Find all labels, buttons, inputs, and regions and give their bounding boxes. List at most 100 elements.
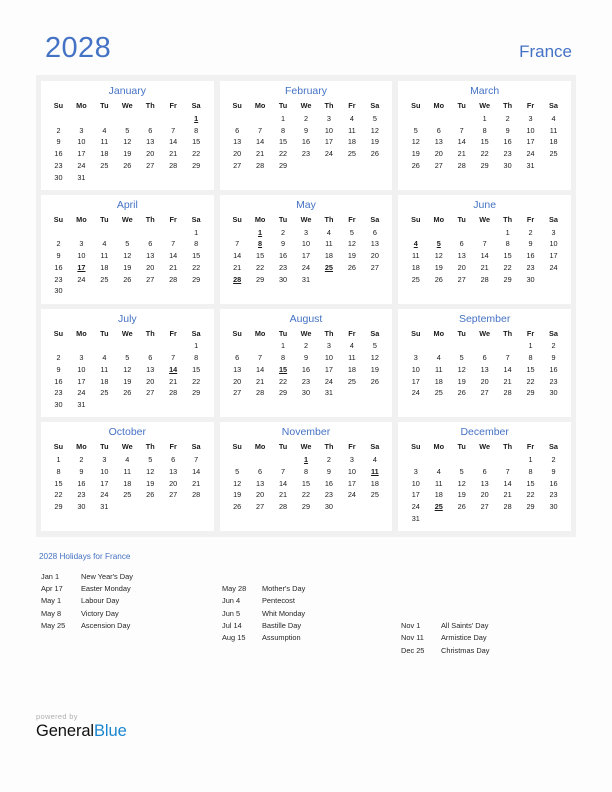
day-cell[interactable]: 7 (162, 124, 185, 136)
day-cell[interactable]: 6 (162, 454, 185, 466)
day-cell[interactable]: 4 (116, 454, 139, 466)
day-cell[interactable]: 20 (226, 148, 249, 160)
day-cell[interactable]: 8 (519, 466, 542, 478)
day-cell[interactable]: 9 (47, 250, 70, 262)
day-cell[interactable]: 20 (363, 250, 386, 262)
day-cell[interactable]: 12 (116, 364, 139, 376)
day-cell[interactable]: 10 (542, 238, 565, 250)
day-cell[interactable]: 11 (542, 124, 565, 136)
day-cell[interactable]: 10 (404, 477, 427, 489)
day-cell[interactable]: 3 (542, 226, 565, 238)
day-cell[interactable]: 13 (139, 136, 162, 148)
day-cell[interactable]: 14 (249, 364, 272, 376)
day-cell[interactable]: 2 (70, 454, 93, 466)
day-cell[interactable]: 25 (340, 375, 363, 387)
day-cell[interactable]: 2 (47, 352, 70, 364)
day-cell[interactable]: 30 (47, 399, 70, 411)
day-cell[interactable]: 10 (295, 238, 318, 250)
day-cell[interactable]: 15 (272, 136, 295, 148)
day-cell[interactable]: 11 (340, 124, 363, 136)
day-cell[interactable]: 3 (519, 113, 542, 125)
day-cell[interactable]: 4 (542, 113, 565, 125)
day-cell[interactable]: 5 (139, 454, 162, 466)
day-cell[interactable]: 30 (519, 273, 542, 285)
day-cell[interactable]: 26 (116, 387, 139, 399)
day-cell[interactable]: 22 (295, 489, 318, 501)
day-cell[interactable]: 31 (404, 513, 427, 525)
day-cell[interactable]: 25 (542, 148, 565, 160)
day-cell[interactable]: 30 (542, 501, 565, 513)
day-cell[interactable]: 29 (185, 387, 208, 399)
generalblue-logo[interactable]: GeneralBlue (36, 722, 127, 741)
day-cell[interactable]: 3 (295, 226, 318, 238)
day-cell[interactable]: 5 (116, 124, 139, 136)
day-cell[interactable]: 8 (47, 466, 70, 478)
day-cell[interactable]: 9 (519, 238, 542, 250)
day-cell[interactable]: 23 (317, 489, 340, 501)
day-cell[interactable]: 13 (249, 477, 272, 489)
day-cell[interactable]: 8 (295, 466, 318, 478)
day-cell[interactable]: 30 (47, 171, 70, 183)
day-cell[interactable]: 18 (363, 477, 386, 489)
day-cell[interactable]: 11 (404, 250, 427, 262)
day-cell[interactable]: 21 (473, 262, 496, 274)
day-cell[interactable]: 16 (542, 477, 565, 489)
day-cell[interactable]: 3 (70, 124, 93, 136)
day-cell[interactable]: 25 (93, 387, 116, 399)
day-cell[interactable]: 13 (162, 466, 185, 478)
day-cell[interactable]: 28 (249, 387, 272, 399)
day-cell[interactable]: 14 (249, 136, 272, 148)
day-cell[interactable]: 16 (542, 364, 565, 376)
day-cell[interactable]: 22 (519, 489, 542, 501)
day-cell[interactable]: 24 (70, 160, 93, 172)
day-cell[interactable]: 7 (496, 466, 519, 478)
day-cell[interactable]: 2 (47, 124, 70, 136)
day-cell[interactable]: 16 (496, 136, 519, 148)
day-cell[interactable]: 24 (340, 489, 363, 501)
day-cell[interactable]: 25 (93, 160, 116, 172)
day-cell[interactable]: 24 (404, 501, 427, 513)
day-cell[interactable]: 6 (450, 238, 473, 250)
day-cell[interactable]: 20 (249, 489, 272, 501)
day-cell[interactable]: 1 (473, 113, 496, 125)
day-cell[interactable]: 22 (519, 375, 542, 387)
day-cell[interactable]: 20 (139, 375, 162, 387)
day-cell[interactable]: 24 (93, 489, 116, 501)
day-cell[interactable]: 9 (47, 136, 70, 148)
day-cell[interactable]: 27 (473, 387, 496, 399)
day-cell[interactable]: 29 (47, 501, 70, 513)
day-cell[interactable]: 30 (70, 501, 93, 513)
day-cell[interactable]: 28 (185, 489, 208, 501)
day-cell[interactable]: 19 (450, 489, 473, 501)
day-cell[interactable]: 26 (116, 273, 139, 285)
day-cell[interactable]: 12 (116, 136, 139, 148)
day-cell[interactable]: 20 (139, 148, 162, 160)
day-cell[interactable]: 24 (70, 273, 93, 285)
day-cell[interactable]: 29 (473, 160, 496, 172)
day-cell-holiday[interactable]: 11 (363, 466, 386, 478)
day-cell[interactable]: 25 (116, 489, 139, 501)
day-cell[interactable]: 23 (295, 148, 318, 160)
day-cell[interactable]: 29 (272, 160, 295, 172)
day-cell[interactable]: 6 (249, 466, 272, 478)
day-cell[interactable]: 12 (450, 477, 473, 489)
day-cell[interactable]: 14 (496, 364, 519, 376)
day-cell[interactable]: 29 (249, 273, 272, 285)
day-cell[interactable]: 1 (519, 340, 542, 352)
day-cell[interactable]: 30 (47, 285, 70, 297)
day-cell[interactable]: 27 (139, 273, 162, 285)
day-cell[interactable]: 17 (93, 477, 116, 489)
day-cell[interactable]: 31 (70, 171, 93, 183)
day-cell[interactable]: 27 (427, 160, 450, 172)
day-cell[interactable]: 31 (295, 273, 318, 285)
day-cell[interactable]: 27 (363, 262, 386, 274)
day-cell[interactable]: 18 (93, 262, 116, 274)
day-cell[interactable]: 18 (427, 375, 450, 387)
day-cell[interactable]: 6 (139, 124, 162, 136)
day-cell[interactable]: 6 (226, 124, 249, 136)
day-cell-holiday[interactable]: 1 (185, 113, 208, 125)
day-cell[interactable]: 2 (47, 238, 70, 250)
day-cell[interactable]: 1 (496, 226, 519, 238)
day-cell[interactable]: 14 (272, 477, 295, 489)
day-cell-holiday[interactable]: 1 (295, 454, 318, 466)
